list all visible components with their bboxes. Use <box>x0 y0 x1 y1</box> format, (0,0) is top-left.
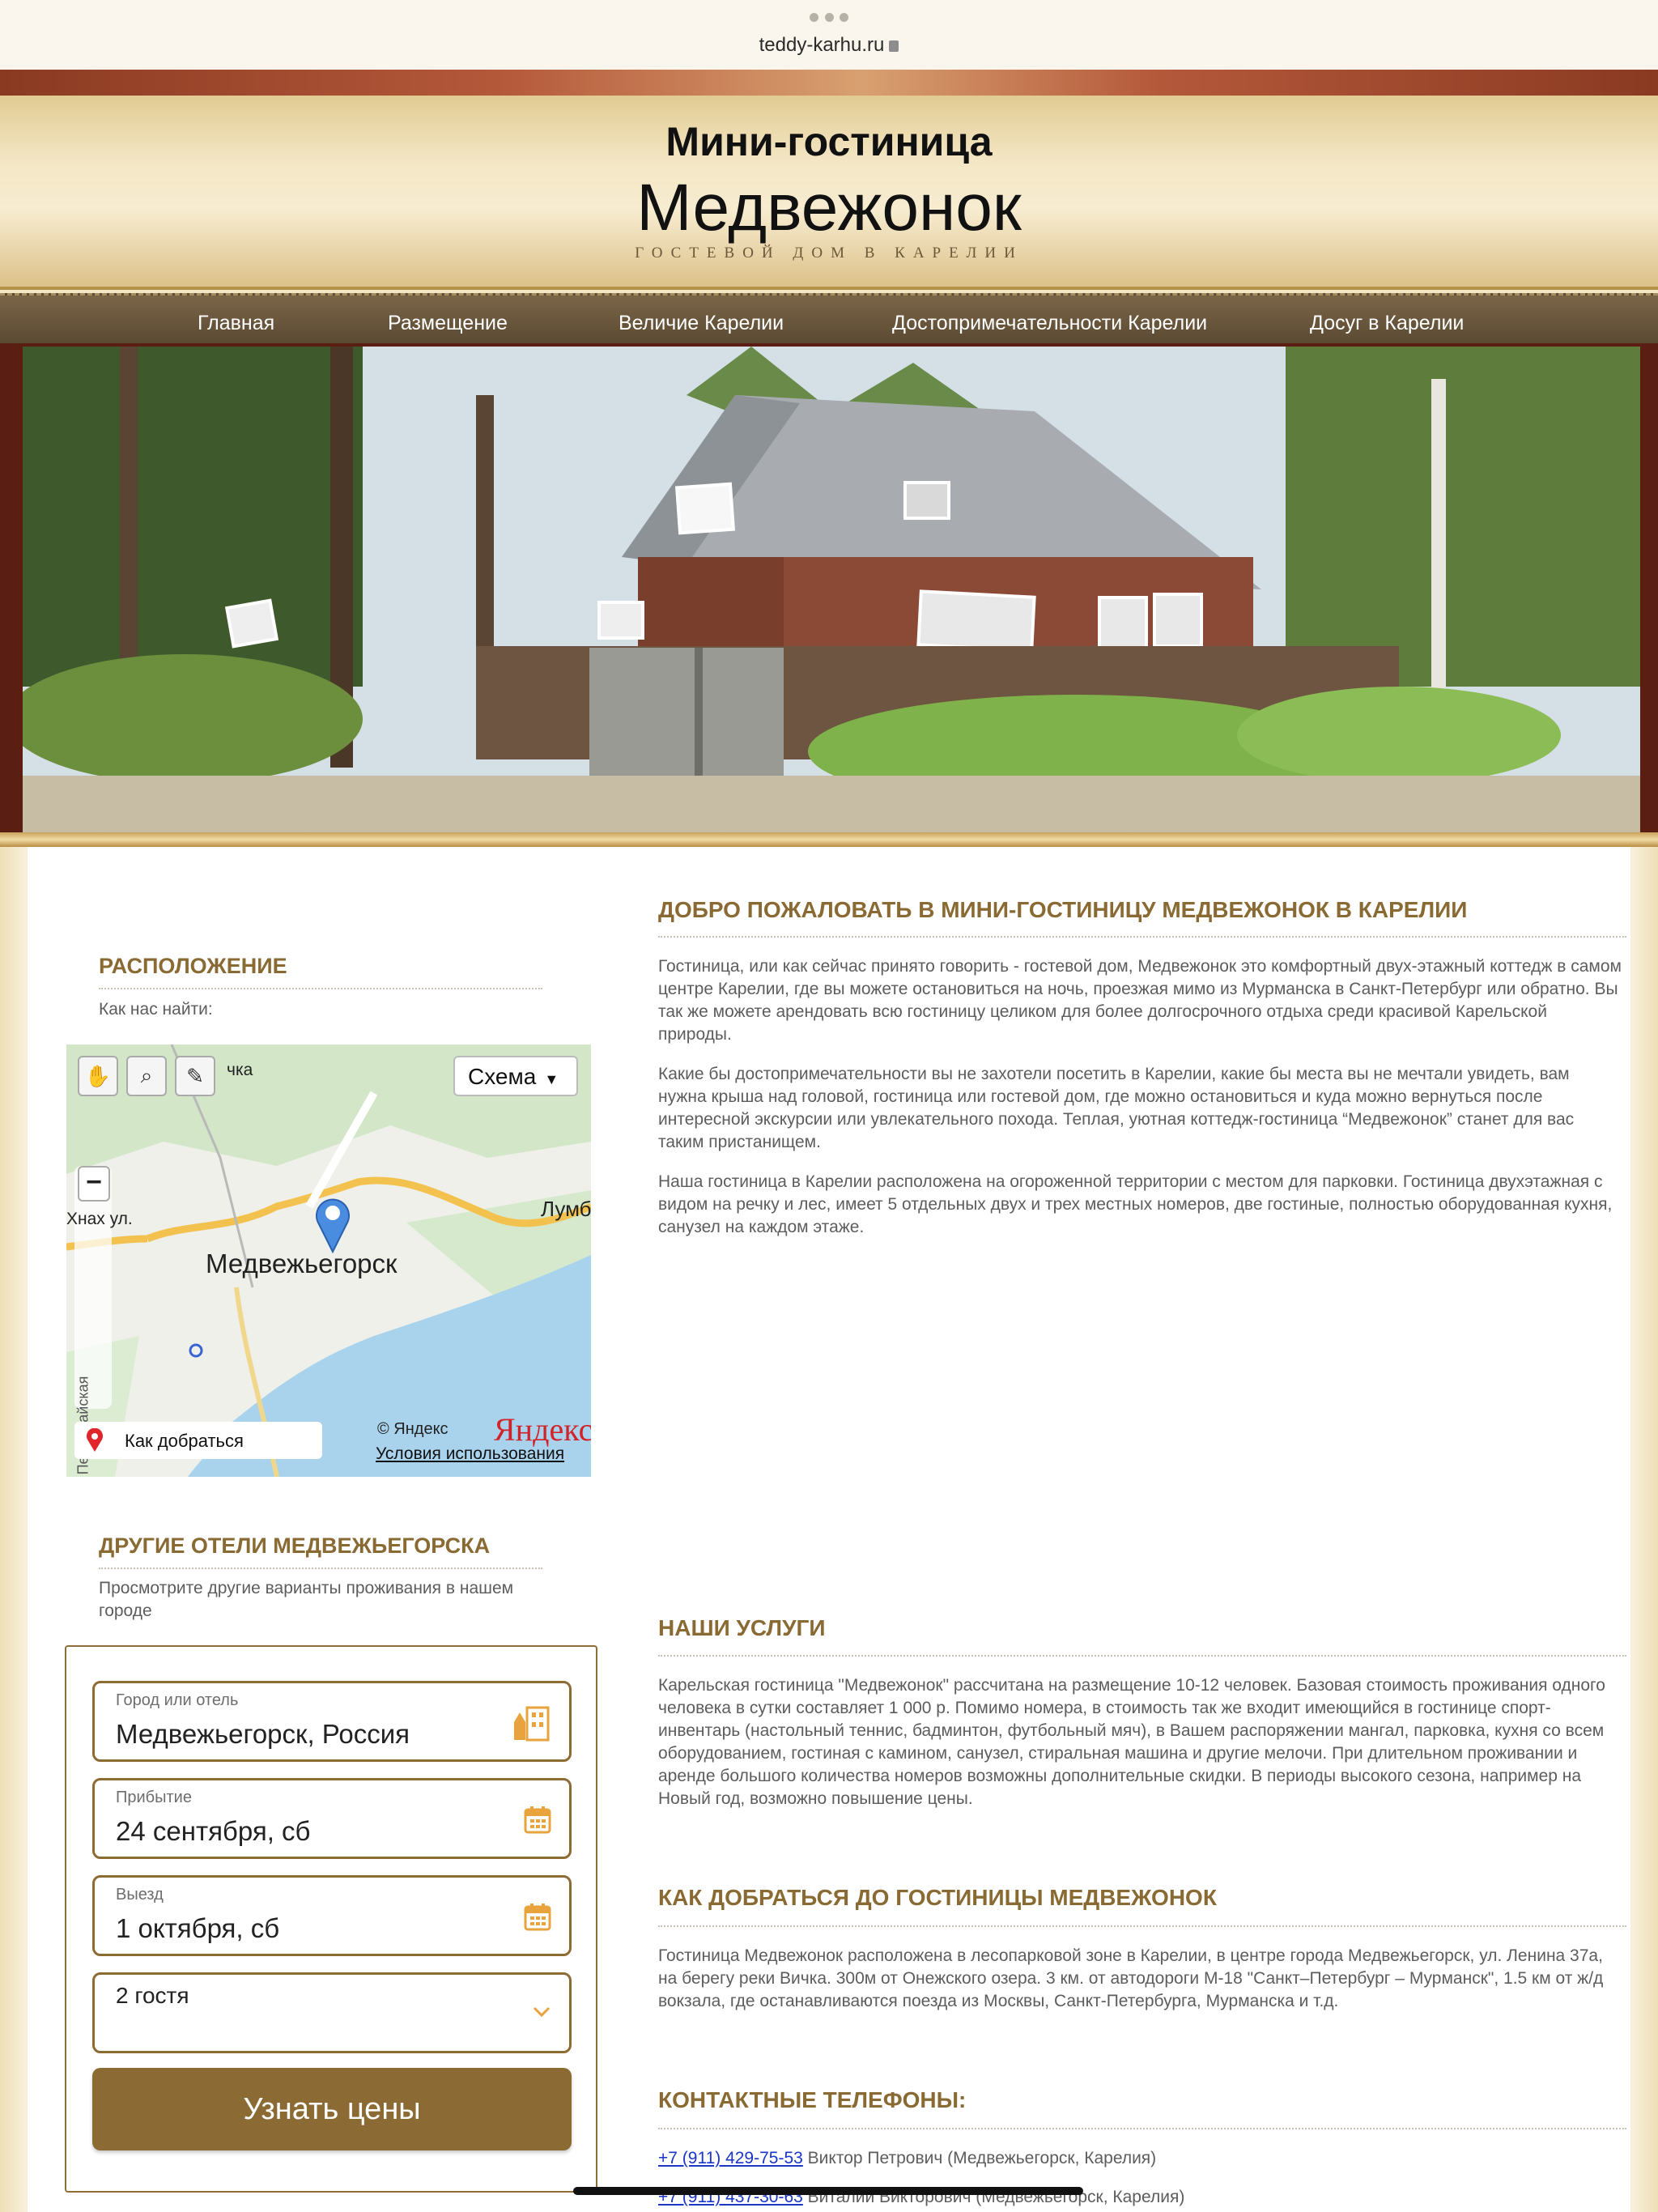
calendar-icon <box>524 1904 551 1931</box>
site-tagline: ГОСТЕВОЙ ДОМ В КАРЕЛИИ <box>635 245 1023 262</box>
ruler-tool-icon[interactable]: ✎ <box>175 1056 215 1096</box>
city-field-label: Город или отель <box>116 1691 239 1709</box>
directions-divider <box>658 1925 1626 1927</box>
city-field-value: Медвежьегорск, Россия <box>116 1719 410 1749</box>
arrival-field-value: 24 сентября, сб <box>116 1816 311 1846</box>
address-bar[interactable]: teddy-karhu.ru <box>0 34 1658 57</box>
route-button-label: Как добраться <box>125 1431 244 1451</box>
site-title[interactable]: Медвежонок <box>0 170 1658 246</box>
guests-value: 2 гостя <box>116 1983 189 2008</box>
directions-heading: КАК ДОБРАТЬСЯ ДО ГОСТИНИЦЫ МЕДВЕЖОНОК <box>658 1885 1217 1910</box>
hand-tool-icon[interactable]: ✋ <box>78 1056 118 1096</box>
other-hotels-heading: ДРУГИЕ ОТЕЛИ МЕДВЕЖЬЕГОРСКА <box>99 1534 491 1558</box>
services-divider <box>658 1655 1626 1657</box>
check-prices-button[interactable]: Узнать цены <box>92 2068 572 2150</box>
contacts-heading: КОНТАКТНЫЕ ТЕЛЕФОНЫ: <box>658 2087 967 2112</box>
welcome-paragraph-1: Гостиница, или как сейчас принято говори… <box>658 957 1622 1044</box>
guests-select[interactable]: 2 гостя <box>92 1972 572 2053</box>
city-icon <box>514 1706 550 1742</box>
services-heading: НАШИ УСЛУГИ <box>658 1615 826 1640</box>
map-copyright: © Яндекс <box>377 1420 449 1438</box>
map-pin-icon[interactable] <box>314 1195 351 1253</box>
main-nav: Главная Размещение Величие Карелии Досто… <box>0 293 1658 343</box>
nav-item-home[interactable]: Главная <box>198 312 274 335</box>
more-dots-icon[interactable] <box>810 13 848 24</box>
arrival-field[interactable]: Прибытие 24 сентября, сб <box>92 1778 572 1859</box>
location-text: Как нас найти: <box>99 1000 213 1019</box>
departure-field-label: Выезд <box>116 1886 164 1904</box>
welcome-paragraph-3: Наша гостиница в Карелии расположена на … <box>658 1172 1613 1236</box>
phone-link-1[interactable]: +7 (911) 429-75-53 <box>658 2149 803 2167</box>
welcome-divider <box>658 936 1626 938</box>
contacts-divider <box>658 2128 1626 2129</box>
other-hotels-text: Просмотрите другие варианты проживания в… <box>99 1579 514 1620</box>
route-pin-icon <box>87 1428 103 1452</box>
hero-photo <box>23 347 1640 836</box>
url-text: teddy-karhu.ru <box>759 34 885 56</box>
zoom-out-button[interactable]: − <box>78 1166 110 1202</box>
nav-item-sights[interactable]: Достопримечательности Карелии <box>892 312 1207 335</box>
map-place-right: Лумб <box>541 1197 591 1221</box>
route-button[interactable]: Как добраться <box>74 1422 322 1459</box>
map-layer-label: Схема <box>468 1064 537 1089</box>
welcome-heading: ДОБРО ПОЖАЛОВАТЬ В МИНИ-ГОСТИНИЦУ МЕДВЕЖ… <box>658 897 1468 922</box>
contact-name-1: Виктор Петрович (Медвежьегорск, Карелия) <box>802 2149 1157 2167</box>
map-place-top: чка <box>227 1061 253 1079</box>
site-header: Мини-гостиница Медвежонок ГОСТЕВОЙ ДОМ В… <box>0 96 1658 290</box>
map-terms-link[interactable]: Условия использования <box>376 1444 564 1464</box>
cottage-photo <box>23 347 1640 836</box>
welcome-paragraph-2: Какие бы достопримечательности вы не зах… <box>658 1065 1575 1151</box>
booking-widget: Город или отель Медвежьегорск, Россия Пр… <box>65 1645 597 2193</box>
hero-frame <box>0 343 1658 845</box>
nav-item-karelia-greatness[interactable]: Величие Карелии <box>619 312 784 335</box>
services-text: Карельская гостиница "Медвежонок" рассчи… <box>658 1676 1605 1808</box>
departure-field-value: 1 октября, сб <box>116 1913 280 1943</box>
chevron-down-icon: ▼ <box>544 1071 559 1087</box>
location-divider <box>99 988 542 989</box>
map-layer-select[interactable]: Схема ▼ <box>453 1056 578 1096</box>
lock-icon <box>889 40 899 52</box>
zoom-slider[interactable] <box>74 1166 112 1409</box>
contact-row-1: +7 (911) 429-75-53 Виктор Петрович (Медв… <box>658 2147 1156 2170</box>
hero-gold-divider <box>0 832 1658 847</box>
header-top-band <box>0 70 1658 96</box>
zoom-tool-icon[interactable]: ⌕ <box>126 1056 167 1096</box>
other-hotels-divider <box>99 1568 542 1569</box>
yandex-logo[interactable]: Яндекс <box>494 1410 591 1448</box>
calendar-icon <box>524 1806 551 1834</box>
nav-item-leisure[interactable]: Досуг в Карелии <box>1310 312 1464 335</box>
yandex-map[interactable]: ✋ ⌕ ✎ чка Схема ▼ − Хнах ул. Лумб Медвежь… <box>66 1044 591 1477</box>
location-heading: РАСПОЛОЖЕНИЕ <box>99 954 287 978</box>
directions-text: Гостиница Медвежонок расположена в лесоп… <box>658 1946 1604 2010</box>
nav-item-accommodation[interactable]: Размещение <box>388 312 508 335</box>
arrival-field-label: Прибытие <box>116 1789 192 1806</box>
chevron-down-icon <box>533 2006 551 2018</box>
site-subtitle: Мини-гостиница <box>665 119 993 164</box>
map-place-left: Хнах ул. <box>66 1210 133 1228</box>
browser-toolbar: teddy-karhu.ru <box>0 0 1658 70</box>
departure-field[interactable]: Выезд 1 октября, сб <box>92 1875 572 1956</box>
home-indicator[interactable] <box>573 2187 1083 2195</box>
city-field[interactable]: Город или отель Медвежьегорск, Россия <box>92 1681 572 1762</box>
map-city-label: Медвежьегорск <box>206 1249 397 1278</box>
